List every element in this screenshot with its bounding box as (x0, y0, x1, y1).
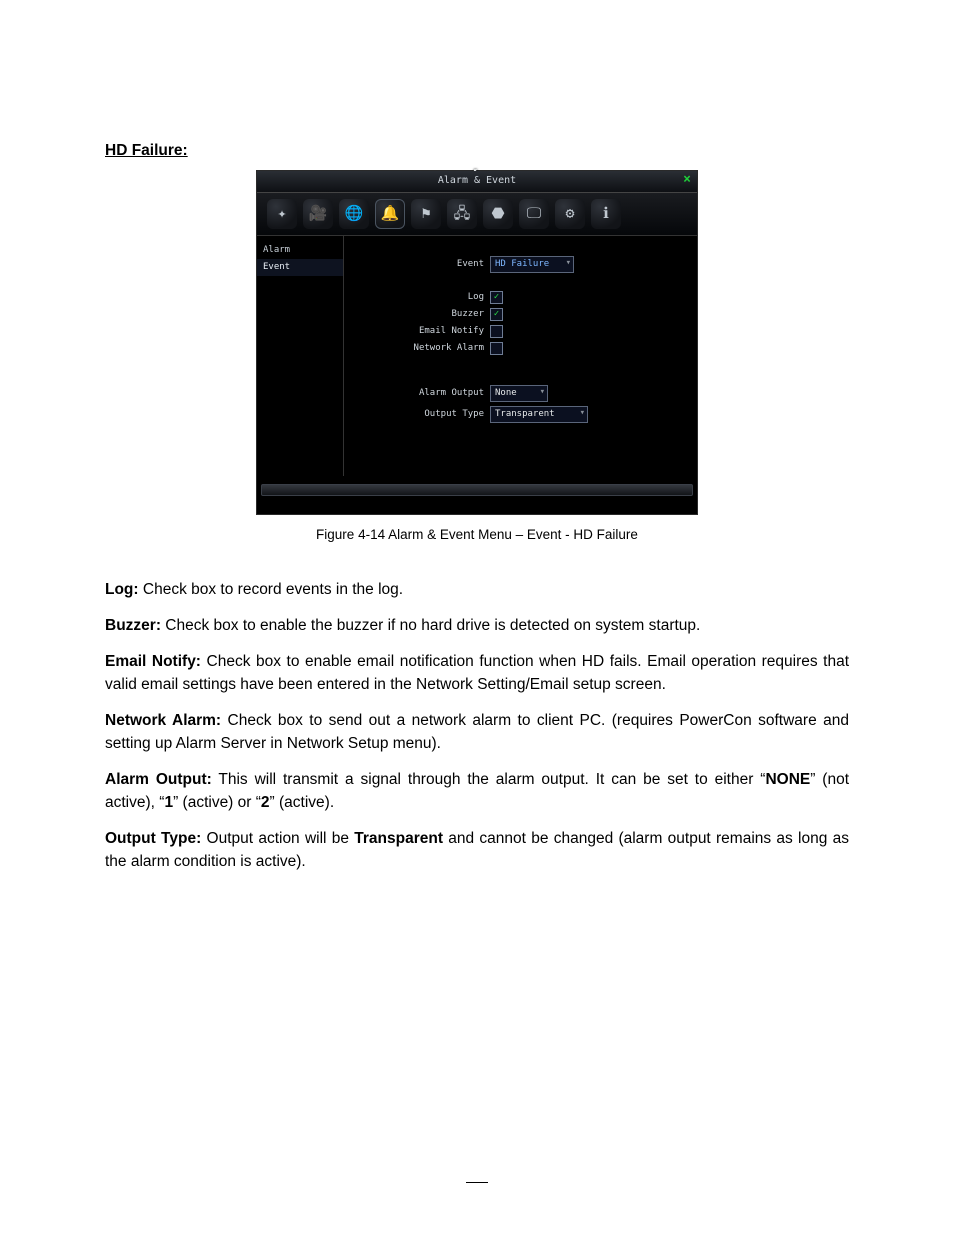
email-notify-checkbox[interactable] (490, 325, 503, 338)
desc-log: Log: Check box to record events in the l… (105, 579, 849, 601)
buzzer-label: Buzzer (354, 308, 490, 321)
event-label: Event (354, 258, 490, 271)
output-type-label: Output Type (354, 408, 490, 421)
motion-icon[interactable]: ✦ (267, 199, 297, 229)
network-alarm-label: Network Alarm (354, 342, 490, 355)
figure-container: ↖ Alarm & Event × ✦🎥🌐🔔⚑🖧⬣🖵⚙ℹ AlarmEvent … (105, 170, 849, 515)
sidebar: AlarmEvent (257, 236, 344, 476)
alarm-output-label: Alarm Output (354, 387, 490, 400)
sensor-icon[interactable]: ⬣ (483, 199, 513, 229)
buzzer-checkbox[interactable]: ✓ (490, 308, 503, 321)
toolbar: ✦🎥🌐🔔⚑🖧⬣🖵⚙ℹ (257, 193, 697, 236)
window-titlebar: Alarm & Event × (257, 171, 697, 193)
network-alarm-checkbox[interactable] (490, 342, 503, 355)
window-title: Alarm & Event (438, 175, 516, 186)
log-checkbox[interactable]: ✓ (490, 291, 503, 304)
info-icon[interactable]: ℹ (591, 199, 621, 229)
sidebar-item-event[interactable]: Event (257, 259, 343, 276)
video-icon[interactable]: 🎥 (303, 199, 333, 229)
desc-alarm-output: Alarm Output: This will transmit a signa… (105, 769, 849, 814)
output-type-dropdown[interactable]: Transparent (490, 406, 588, 423)
section-heading: HD Failure: (105, 140, 849, 162)
sidebar-item-alarm[interactable]: Alarm (257, 242, 343, 259)
desc-network-alarm: Network Alarm: Check box to send out a n… (105, 710, 849, 755)
dvr-window: ↖ Alarm & Event × ✦🎥🌐🔔⚑🖧⬣🖵⚙ℹ AlarmEvent … (256, 170, 698, 515)
page-number-dash (466, 1182, 488, 1183)
desc-email-notify: Email Notify: Check box to enable email … (105, 651, 849, 696)
settings-panel: Event HD Failure Log ✓ Buzzer ✓ Email No… (344, 236, 697, 476)
network-icon[interactable]: 🖧 (447, 199, 477, 229)
desc-output-type: Output Type: Output action will be Trans… (105, 828, 849, 873)
footer-bar (261, 484, 693, 496)
close-icon[interactable]: × (683, 173, 691, 186)
email-notify-label: Email Notify (354, 325, 490, 338)
display-icon[interactable]: 🖵 (519, 199, 549, 229)
flag-icon[interactable]: ⚑ (411, 199, 441, 229)
alarm-output-dropdown[interactable]: None (490, 385, 548, 402)
figure-caption: Figure 4-14 Alarm & Event Menu – Event -… (105, 525, 849, 545)
desc-buzzer: Buzzer: Check box to enable the buzzer i… (105, 615, 849, 637)
log-label: Log (354, 291, 490, 304)
settings-icon[interactable]: ⚙ (555, 199, 585, 229)
globe-icon[interactable]: 🌐 (339, 199, 369, 229)
bell-icon[interactable]: 🔔 (375, 199, 405, 229)
event-dropdown[interactable]: HD Failure (490, 256, 574, 273)
